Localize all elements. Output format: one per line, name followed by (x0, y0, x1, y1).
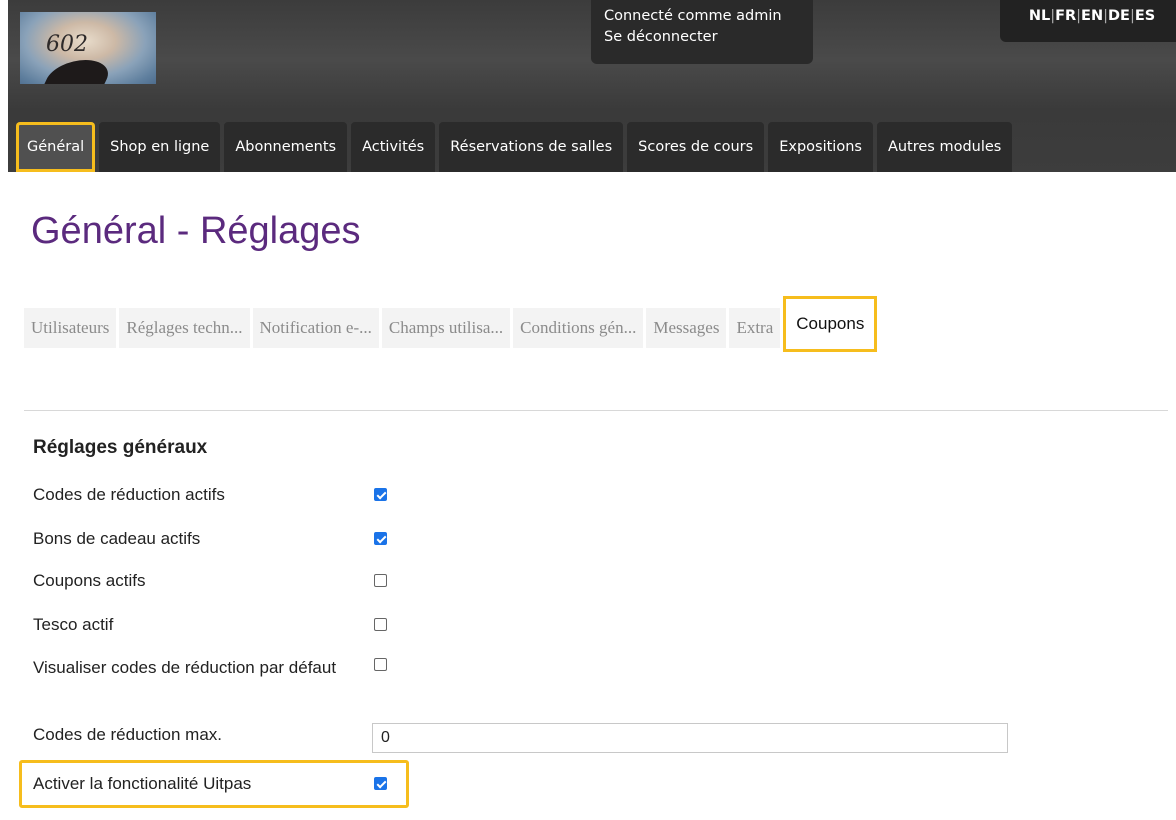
nav-exhibitions[interactable]: Expositions (768, 122, 873, 172)
logo[interactable]: 602 (20, 12, 156, 84)
logged-in-label: Connecté comme admin (604, 8, 782, 24)
setting-label: Activer la fonctionalité Uitpas (33, 774, 252, 793)
logo-hand-icon (44, 60, 116, 84)
lang-nl[interactable]: NL (1029, 8, 1050, 24)
tab-messages[interactable]: Messages (646, 308, 727, 348)
user-box: Connecté comme admin Se déconnecter (591, 0, 813, 64)
nav-course-scores[interactable]: Scores de cours (627, 122, 765, 172)
nav-other-modules[interactable]: Autres modules (876, 122, 1013, 172)
tab-extra[interactable]: Extra (729, 308, 781, 348)
logo-text: 602 (46, 32, 88, 57)
tab-user-fields[interactable]: Champs utilisa... (381, 308, 511, 348)
setting-label: Codes de réduction max. (33, 725, 222, 744)
nav-shop[interactable]: Shop en ligne (99, 122, 221, 172)
nav-activities[interactable]: Activités (351, 122, 436, 172)
setting-label: Bons de cadeau actifs (33, 529, 201, 548)
max-discount-codes-input[interactable] (372, 723, 1008, 753)
lang-de[interactable]: DE (1108, 8, 1130, 24)
tab-technical-settings[interactable]: Réglages techn... (119, 308, 250, 348)
setting-label: Tesco actif (33, 615, 114, 634)
lang-en[interactable]: EN (1081, 8, 1103, 24)
lang-fr[interactable]: FR (1055, 8, 1076, 24)
setting-label: Codes de réduction actifs (33, 485, 225, 504)
setting-label: Coupons actifs (33, 571, 146, 590)
section-title: Réglages généraux (33, 437, 208, 458)
tab-email-notification[interactable]: Notification e-... (252, 308, 379, 348)
nav-general[interactable]: Général (16, 122, 96, 172)
nav-room-reservations[interactable]: Réservations de salles (439, 122, 624, 172)
show-discount-codes-checkbox[interactable] (374, 658, 387, 671)
tab-general-conditions[interactable]: Conditions gén... (513, 308, 644, 348)
page-title: Général - Réglages (31, 210, 361, 252)
language-switcher: NL|FR|EN|DE|ES (1000, 0, 1176, 42)
tab-coupons[interactable]: Coupons (783, 296, 878, 352)
lang-es[interactable]: ES (1135, 8, 1155, 24)
nav-subscriptions[interactable]: Abonnements (224, 122, 348, 172)
tab-users[interactable]: Utilisateurs (24, 308, 117, 348)
divider (24, 410, 1168, 411)
setting-label: Visualiser codes de réduction par défaut (33, 658, 337, 677)
header: 602 Connecté comme admin Se déconnecter … (8, 0, 1176, 172)
tesco-checkbox[interactable] (374, 618, 387, 631)
logout-link[interactable]: Se déconnecter (604, 27, 813, 48)
discount-codes-checkbox[interactable] (374, 488, 387, 501)
settings-tabs: Utilisateurs Réglages techn... Notificat… (24, 296, 880, 352)
gift-vouchers-checkbox[interactable] (374, 532, 387, 545)
uitpas-checkbox[interactable] (374, 777, 387, 790)
main-nav: Général Shop en ligne Abonnements Activi… (16, 122, 1016, 172)
coupons-checkbox[interactable] (374, 574, 387, 587)
